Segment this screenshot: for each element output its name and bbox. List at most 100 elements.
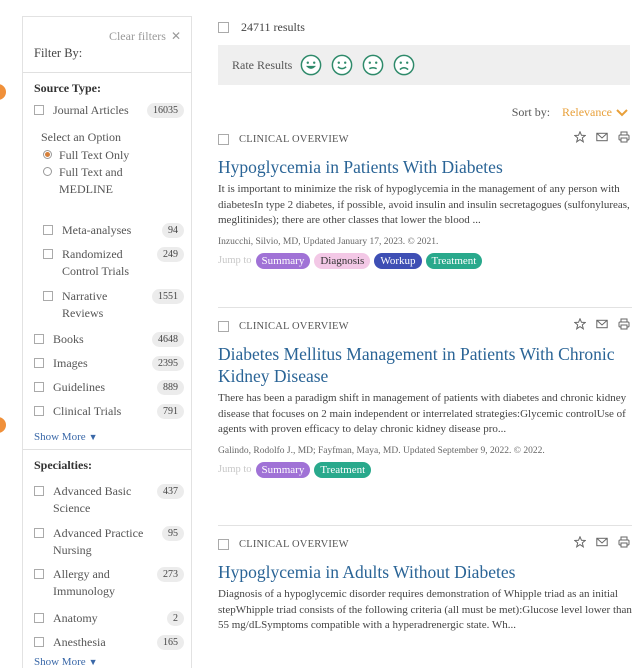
radio-button[interactable]: [43, 150, 52, 159]
radio-full-text-only[interactable]: Full Text Only: [43, 147, 129, 164]
filter-anesthesia[interactable]: Anesthesia 165: [34, 634, 184, 651]
filter-count: 273: [157, 567, 184, 582]
clear-filters-button[interactable]: Clear filters ✕: [109, 29, 181, 44]
checkbox[interactable]: [34, 406, 44, 416]
checkbox[interactable]: [34, 334, 44, 344]
email-icon[interactable]: [596, 318, 608, 330]
tag-summary[interactable]: Summary: [255, 252, 311, 269]
filter-label: Guidelines: [53, 380, 105, 394]
radio-full-text-medline[interactable]: Full Text and MEDLINE: [43, 164, 153, 198]
filter-randomized-control-trials[interactable]: Randomized Control Trials 249: [43, 246, 184, 280]
results-panel: 24711 results Rate Results Sort by: Rele…: [218, 0, 634, 664]
filter-anatomy[interactable]: Anatomy 2: [34, 610, 184, 627]
side-tab-marker: [0, 417, 6, 433]
tag-diagnosis[interactable]: Diagnosis: [314, 252, 371, 269]
checkbox[interactable]: [34, 569, 44, 579]
star-icon[interactable]: [574, 318, 586, 330]
card-category: CLINICAL OVERVIEW: [239, 538, 349, 550]
show-more-specialties[interactable]: Show More ▼: [34, 656, 98, 668]
card-meta: Galindo, Rodolfo J., MD; Fayfman, Maya, …: [218, 445, 545, 456]
filter-label: Allergy and Immunology: [53, 567, 115, 598]
filter-count: 1551: [152, 289, 184, 304]
checkbox[interactable]: [43, 225, 53, 235]
star-icon[interactable]: [574, 536, 586, 548]
select-result-checkbox[interactable]: [218, 320, 229, 332]
sort-dropdown[interactable]: Relevance: [562, 105, 628, 120]
filter-allergy-immunology[interactable]: Allergy and Immunology 273: [34, 566, 184, 600]
result-card: CLINICAL OVERVIEW Hypoglycemia in Adults…: [218, 536, 632, 634]
star-icon[interactable]: [574, 131, 586, 143]
filter-label: Anesthesia: [53, 635, 106, 649]
jump-to-label: Jump to: [218, 464, 252, 475]
card-category-row: CLINICAL OVERVIEW: [218, 131, 632, 147]
filter-clinical-trials[interactable]: Clinical Trials 791: [34, 403, 184, 420]
tag-treatment[interactable]: Treatment: [314, 461, 372, 478]
tag-summary[interactable]: Summary: [255, 461, 311, 478]
checkbox[interactable]: [43, 249, 53, 259]
filter-count: 4648: [152, 332, 184, 347]
filter-count: 249: [157, 247, 184, 262]
checkbox[interactable]: [34, 613, 44, 623]
card-description: Diagnosis of a hypoglycemic disorder req…: [218, 588, 632, 631]
results-count: 24711 results: [241, 20, 305, 34]
show-more-source-type[interactable]: Show More ▼: [34, 431, 98, 443]
checkbox[interactable]: [34, 486, 44, 496]
card-category-row: CLINICAL OVERVIEW: [218, 318, 632, 334]
select-result-checkbox[interactable]: [218, 538, 229, 550]
jump-to-label: Jump to: [218, 255, 252, 266]
checkbox[interactable]: [34, 105, 44, 115]
card-title-link[interactable]: Diabetes Mellitus Management in Patients…: [218, 343, 632, 387]
checkbox[interactable]: [34, 382, 44, 392]
filter-label: Journal Articles: [53, 103, 129, 117]
select-result-checkbox[interactable]: [218, 133, 229, 145]
card-title-link[interactable]: Hypoglycemia in Adults Without Diabetes: [218, 561, 632, 583]
card-actions: [574, 318, 630, 330]
filter-label: Images: [53, 356, 88, 370]
filter-advanced-basic-science[interactable]: Advanced Basic Science 437: [34, 483, 184, 517]
filter-meta-analyses[interactable]: Meta-analyses 94: [43, 222, 184, 239]
divider: [218, 525, 632, 526]
checkbox[interactable]: [34, 637, 44, 647]
chevron-down-icon: ▼: [88, 432, 98, 442]
filter-count: 95: [162, 526, 184, 541]
tag-workup[interactable]: Workup: [374, 252, 422, 269]
filter-label: Advanced Basic Science: [53, 484, 132, 515]
sad-face-icon[interactable]: [393, 54, 415, 76]
card-category: CLINICAL OVERVIEW: [239, 133, 349, 145]
filter-label: Narrative Reviews: [62, 289, 108, 320]
happy-face-icon[interactable]: [331, 54, 353, 76]
clear-filters-label: Clear filters: [108, 29, 166, 43]
rate-results-label: Rate Results: [232, 57, 293, 72]
jump-to-row: Jump to Summary Treatment: [218, 461, 632, 478]
print-icon[interactable]: [618, 318, 630, 330]
card-category: CLINICAL OVERVIEW: [239, 320, 349, 332]
checkbox[interactable]: [34, 358, 44, 368]
select-all-checkbox[interactable]: [218, 22, 229, 33]
filter-count: 2: [167, 611, 184, 626]
divider: [218, 307, 632, 308]
filter-journal-articles[interactable]: Journal Articles 16035: [34, 102, 184, 119]
filter-guidelines[interactable]: Guidelines 889: [34, 379, 184, 396]
email-icon[interactable]: [596, 536, 608, 548]
print-icon[interactable]: [618, 131, 630, 143]
very-happy-face-icon[interactable]: [300, 54, 322, 76]
filter-narrative-reviews[interactable]: Narrative Reviews 1551: [43, 288, 184, 322]
checkbox[interactable]: [34, 528, 44, 538]
print-icon[interactable]: [618, 536, 630, 548]
filter-count: 16035: [147, 103, 184, 118]
sort-value: Relevance: [562, 105, 612, 119]
filter-label: Anatomy: [53, 611, 98, 625]
card-title-link[interactable]: Hypoglycemia in Patients With Diabetes: [218, 156, 632, 178]
tag-treatment[interactable]: Treatment: [425, 252, 483, 269]
checkbox[interactable]: [43, 291, 53, 301]
filter-images[interactable]: Images 2395: [34, 355, 184, 372]
email-icon[interactable]: [596, 131, 608, 143]
radio-button[interactable]: [43, 167, 52, 176]
close-icon: ✕: [170, 29, 181, 43]
neutral-face-icon[interactable]: [362, 54, 384, 76]
side-tab-marker: [0, 84, 6, 100]
filter-advanced-practice-nursing[interactable]: Advanced Practice Nursing 95: [34, 525, 184, 559]
filter-books[interactable]: Books 4648: [34, 331, 184, 348]
select-option-label: Select an Option: [41, 130, 121, 144]
chevron-down-icon: [616, 108, 628, 116]
